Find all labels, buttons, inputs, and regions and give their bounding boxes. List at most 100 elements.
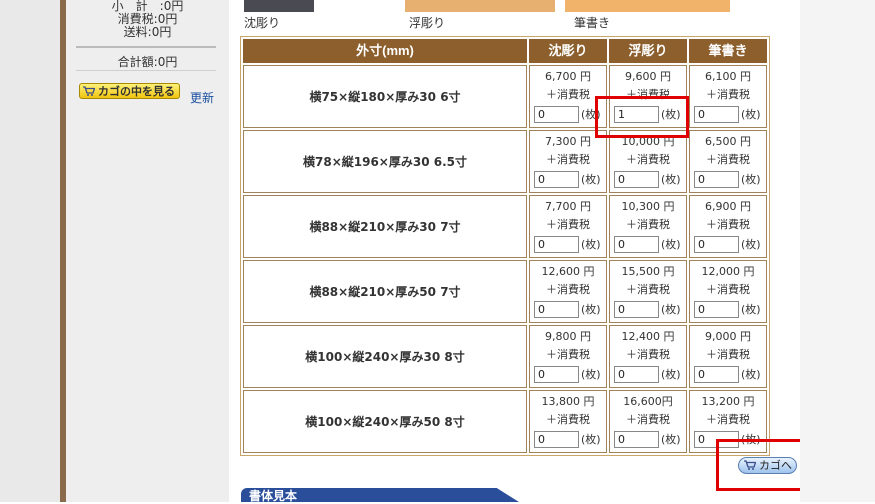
tax-label: ＋消費税 <box>706 413 750 426</box>
unit-label: (枚) <box>581 368 601 381</box>
price-cell: 9,000 円 ＋消費税 0 (枚) <box>689 325 767 388</box>
size-cell: 横100×縦240×厚み50 8寸 <box>243 390 527 453</box>
tax-label: ＋消費税 <box>546 153 590 166</box>
unit-label: (枚) <box>741 173 761 186</box>
unit-label: (枚) <box>661 238 681 251</box>
price-text: 15,500 円 <box>621 265 675 278</box>
header-brush: 筆書き <box>689 39 767 63</box>
quantity-input[interactable]: 0 <box>534 366 579 383</box>
tax-label: ＋消費税 <box>626 348 670 361</box>
quantity-input[interactable]: 0 <box>534 301 579 318</box>
highlight-box-quantity <box>595 96 689 138</box>
price-text: 6,500 円 <box>705 135 751 148</box>
tax-label: ＋消費税 <box>706 283 750 296</box>
price-cell: 6,500 円 ＋消費税 0 (枚) <box>689 130 767 193</box>
quantity-input[interactable]: 0 <box>614 301 659 318</box>
tax-label: ＋消費税 <box>626 283 670 296</box>
tax-text: 消費税:0円 <box>117 12 178 26</box>
price-text: 16,600円 <box>623 395 673 408</box>
unit-label: (枚) <box>741 303 761 316</box>
header-sunken: 沈彫り <box>529 39 607 63</box>
price-text: 13,800 円 <box>541 395 595 408</box>
page-left-margin <box>0 0 60 502</box>
main-content: 沈彫り 浮彫り 筆書き 外寸(mm) 沈彫り 浮彫り 筆書き 横75×縦180×… <box>229 0 814 502</box>
unit-label: (枚) <box>581 303 601 316</box>
price-text: 6,100 円 <box>705 70 751 83</box>
price-text: 6,900 円 <box>705 200 751 213</box>
price-text: 7,700 円 <box>545 200 591 213</box>
quantity-input[interactable]: 0 <box>694 301 739 318</box>
tax-label: ＋消費税 <box>706 153 750 166</box>
price-text: 9,800 円 <box>545 330 591 343</box>
price-text: 12,600 円 <box>541 265 595 278</box>
tax-label: ＋消費税 <box>706 348 750 361</box>
quantity-input[interactable]: 0 <box>694 171 739 188</box>
unit-label: (枚) <box>661 173 681 186</box>
divider <box>76 46 216 48</box>
unit-label: (枚) <box>741 238 761 251</box>
tax-label: ＋消費税 <box>626 413 670 426</box>
price-text: 13,200 円 <box>701 395 755 408</box>
price-cell: 10,000 円＋消費税 0 (枚) <box>609 130 687 193</box>
size-cell: 横75×縦180×厚み30 6寸 <box>243 65 527 128</box>
price-cell: 13,800 円 ＋消費税 0 (枚) <box>529 390 607 453</box>
size-cell: 横100×縦240×厚み30 8寸 <box>243 325 527 388</box>
price-text: 6,700 円 <box>545 70 591 83</box>
unit-label: (枚) <box>741 108 761 121</box>
divider <box>76 70 216 71</box>
tax-label: ＋消費税 <box>626 153 670 166</box>
quantity-input[interactable]: 0 <box>614 236 659 253</box>
section-tab-font-samples[interactable]: 書体見本 <box>241 488 519 502</box>
price-cell: 7,700 円 ＋消費税 0 (枚) <box>529 195 607 258</box>
quantity-input[interactable]: 0 <box>614 431 659 448</box>
tax-label: ＋消費税 <box>626 218 670 231</box>
tax-label: ＋消費税 <box>546 348 590 361</box>
tax-label: ＋消費税 <box>706 218 750 231</box>
cart-icon <box>83 86 95 96</box>
subtotal-text: 小 計 :0円 <box>111 0 184 13</box>
price-text: 10,300 円 <box>621 200 675 213</box>
quantity-input[interactable]: 0 <box>534 236 579 253</box>
unit-label: (枚) <box>661 303 681 316</box>
unit-label: (枚) <box>741 368 761 381</box>
update-link[interactable]: 更新 <box>190 89 214 106</box>
unit-label: (枚) <box>661 368 681 381</box>
product-photo-brush <box>565 0 730 12</box>
price-cell: 6,900 円 ＋消費税 0 (枚) <box>689 195 767 258</box>
caption-relief: 浮彫り <box>409 16 446 30</box>
unit-label: (枚) <box>581 238 601 251</box>
size-cell: 横78×縦196×厚み30 6.5寸 <box>243 130 527 193</box>
size-cell: 横88×縦210×厚み50 7寸 <box>243 260 527 323</box>
view-cart-button[interactable]: カゴの中を見る <box>79 83 180 99</box>
price-cell: 15,500 円 ＋消費税 0 (枚) <box>609 260 687 323</box>
product-photo-relief <box>405 0 555 12</box>
product-photo-sunken <box>244 0 314 12</box>
caption-brush: 筆書き <box>574 16 611 30</box>
quantity-input[interactable]: 0 <box>694 236 739 253</box>
unit-label: (枚) <box>581 433 601 446</box>
tax-label: ＋消費税 <box>546 283 590 296</box>
price-text: 12,400 円 <box>621 330 675 343</box>
price-cell: 12,400 円 ＋消費税 0 (枚) <box>609 325 687 388</box>
quantity-input[interactable]: 0 <box>614 171 659 188</box>
quantity-input[interactable]: 0 <box>534 171 579 188</box>
quantity-input[interactable]: 0 <box>694 366 739 383</box>
price-cell: 12,000 円 ＋消費税 0 (枚) <box>689 260 767 323</box>
tax-label: ＋消費税 <box>546 218 590 231</box>
price-text: 9,000 円 <box>705 330 751 343</box>
tax-label: ＋消費税 <box>706 88 750 101</box>
price-cell: 7,300 円＋消費税 0 (枚) <box>529 130 607 193</box>
quantity-input[interactable]: 0 <box>694 106 739 123</box>
quantity-input[interactable]: 0 <box>534 431 579 448</box>
quantity-input[interactable]: 0 <box>614 366 659 383</box>
quantity-input[interactable]: 0 <box>534 106 579 123</box>
unit-label: (枚) <box>661 433 681 446</box>
price-text: 12,000 円 <box>701 265 755 278</box>
price-cell: 9,800 円 ＋消費税 0 (枚) <box>529 325 607 388</box>
view-cart-label: カゴの中を見る <box>98 85 175 98</box>
price-cell: 12,600 円 ＋消費税 0 (枚) <box>529 260 607 323</box>
price-cell: 16,600円 ＋消費税 0 (枚) <box>609 390 687 453</box>
size-cell: 横88×縦210×厚み30 7寸 <box>243 195 527 258</box>
price-cell: 6,100 円 ＋消費税 0 (枚) <box>689 65 767 128</box>
total-text: 合計額:0円 <box>117 55 178 69</box>
